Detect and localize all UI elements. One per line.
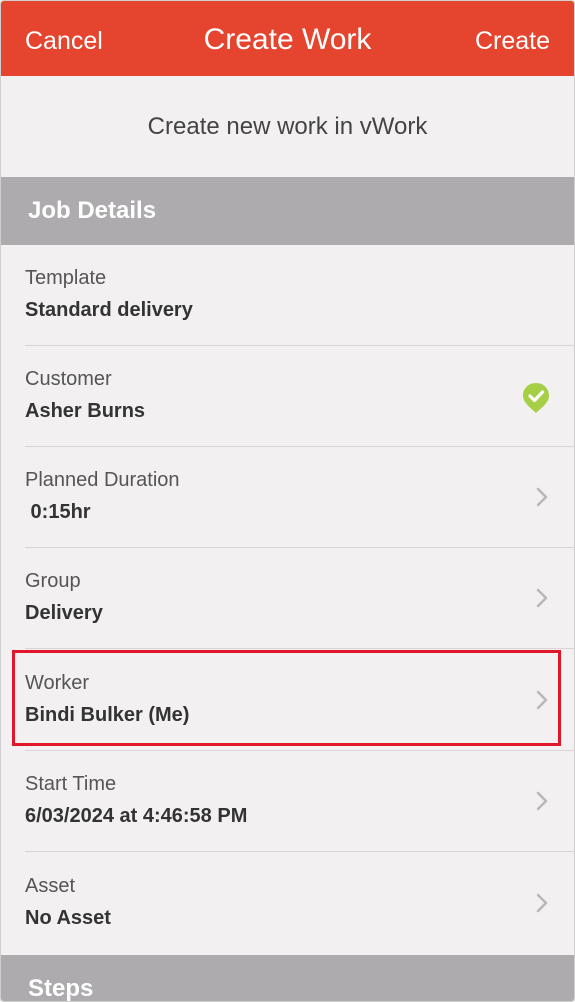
- field-row-group[interactable]: Group Delivery: [1, 548, 574, 649]
- create-button[interactable]: Create: [475, 27, 550, 56]
- field-label: Customer: [25, 368, 112, 390]
- intro-text: Create new work in vWork: [147, 112, 428, 140]
- field-value: Asher Burns: [25, 400, 146, 422]
- field-row-planned-duration[interactable]: Planned Duration 0:15hr: [1, 447, 574, 548]
- field-row-asset[interactable]: Asset No Asset: [1, 853, 574, 954]
- field-value: 0:15hr: [25, 501, 91, 523]
- field-row-template[interactable]: Template Standard delivery: [1, 245, 574, 346]
- field-label: Asset: [25, 875, 76, 897]
- check-icon: [523, 383, 549, 413]
- chevron-right-icon: [536, 893, 548, 913]
- app-screen: Cancel Create Work Create Create new wor…: [0, 0, 575, 1002]
- section-header-steps: Steps: [1, 955, 574, 1001]
- divider: [25, 648, 574, 649]
- divider: [25, 851, 574, 852]
- field-value: Delivery: [25, 602, 103, 624]
- field-row-worker[interactable]: Worker Bindi Bulker (Me): [1, 650, 574, 751]
- field-value: No Asset: [25, 907, 111, 929]
- field-value: 6/03/2024 at 4:46:58 PM: [25, 805, 248, 827]
- chevron-right-icon: [536, 791, 548, 811]
- chevron-right-icon: [536, 588, 548, 608]
- chevron-right-icon: [536, 690, 548, 710]
- field-row-start-time[interactable]: Start Time 6/03/2024 at 4:46:58 PM: [1, 751, 574, 852]
- field-value: Bindi Bulker (Me): [25, 704, 190, 726]
- navigation-bar: Cancel Create Work Create: [1, 1, 574, 76]
- field-label: Planned Duration: [25, 469, 180, 491]
- chevron-right-icon: [536, 487, 548, 507]
- field-label: Template: [25, 267, 107, 289]
- section-header-job-details: Job Details: [1, 177, 574, 245]
- field-label: Worker: [25, 672, 90, 694]
- field-label: Group: [25, 570, 81, 592]
- field-value: Standard delivery: [25, 299, 193, 321]
- field-label: Start Time: [25, 773, 117, 795]
- field-row-customer[interactable]: Customer Asher Burns: [1, 346, 574, 447]
